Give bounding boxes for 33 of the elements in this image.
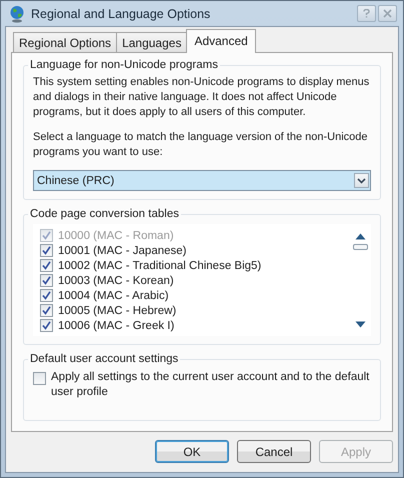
code-page-label: 10005 (MAC - Hebrew) <box>58 304 176 316</box>
checkbox[interactable] <box>40 319 53 332</box>
code-page-label: 10000 (MAC - Roman) <box>58 230 174 242</box>
code-page-label: 10006 (MAC - Greek I) <box>58 320 174 332</box>
prompt-text: Select a language to match the language version of the non-Unicode programs you want to use: <box>33 130 369 160</box>
checkbox[interactable] <box>40 244 53 257</box>
help-icon <box>363 9 370 18</box>
language-dropdown[interactable]: Chinese (PRC) <box>33 170 371 191</box>
checkbox[interactable] <box>40 289 53 302</box>
checkbox[interactable] <box>40 259 53 272</box>
code-page-label: 10002 (MAC - Traditional Chinese Big5) <box>58 260 262 272</box>
group-title: Language for non-Unicode programs <box>29 59 219 71</box>
code-page-label: 10003 (MAC - Korean) <box>58 274 174 286</box>
close-icon <box>383 9 392 18</box>
dialog-button[interactable]: OK <box>155 440 229 463</box>
code-page-label: 10001 (MAC - Japanese) <box>58 244 186 256</box>
tab[interactable]: Regional Options <box>13 32 118 52</box>
group-title: Default user account settings <box>29 353 180 365</box>
scroll-thumb[interactable] <box>352 244 368 250</box>
checkbox[interactable] <box>40 274 53 287</box>
scroll-up-icon[interactable] <box>354 233 366 240</box>
group-title: Code page conversion tables <box>29 208 180 220</box>
code-page-label: 10004 (MAC - Arabic) <box>58 290 169 302</box>
tab[interactable]: Languages <box>116 32 188 52</box>
globe-icon <box>9 4 25 22</box>
checkbox[interactable] <box>33 372 46 385</box>
scroll-down-icon[interactable] <box>354 321 366 328</box>
window-title: Regional and Language Options <box>31 6 212 20</box>
description-text: This system setting enables non-Unicode programs to display menus and dialogs in their native language. It does not affect Unicode programs, but it does apply to all users of this computer. <box>33 75 370 120</box>
checkbox[interactable] <box>40 304 53 317</box>
tab[interactable]: Advanced <box>186 29 256 53</box>
dialog-button[interactable]: Cancel <box>237 440 311 463</box>
option-label: Apply all settings to the current user account and to the default user profile <box>51 370 370 400</box>
